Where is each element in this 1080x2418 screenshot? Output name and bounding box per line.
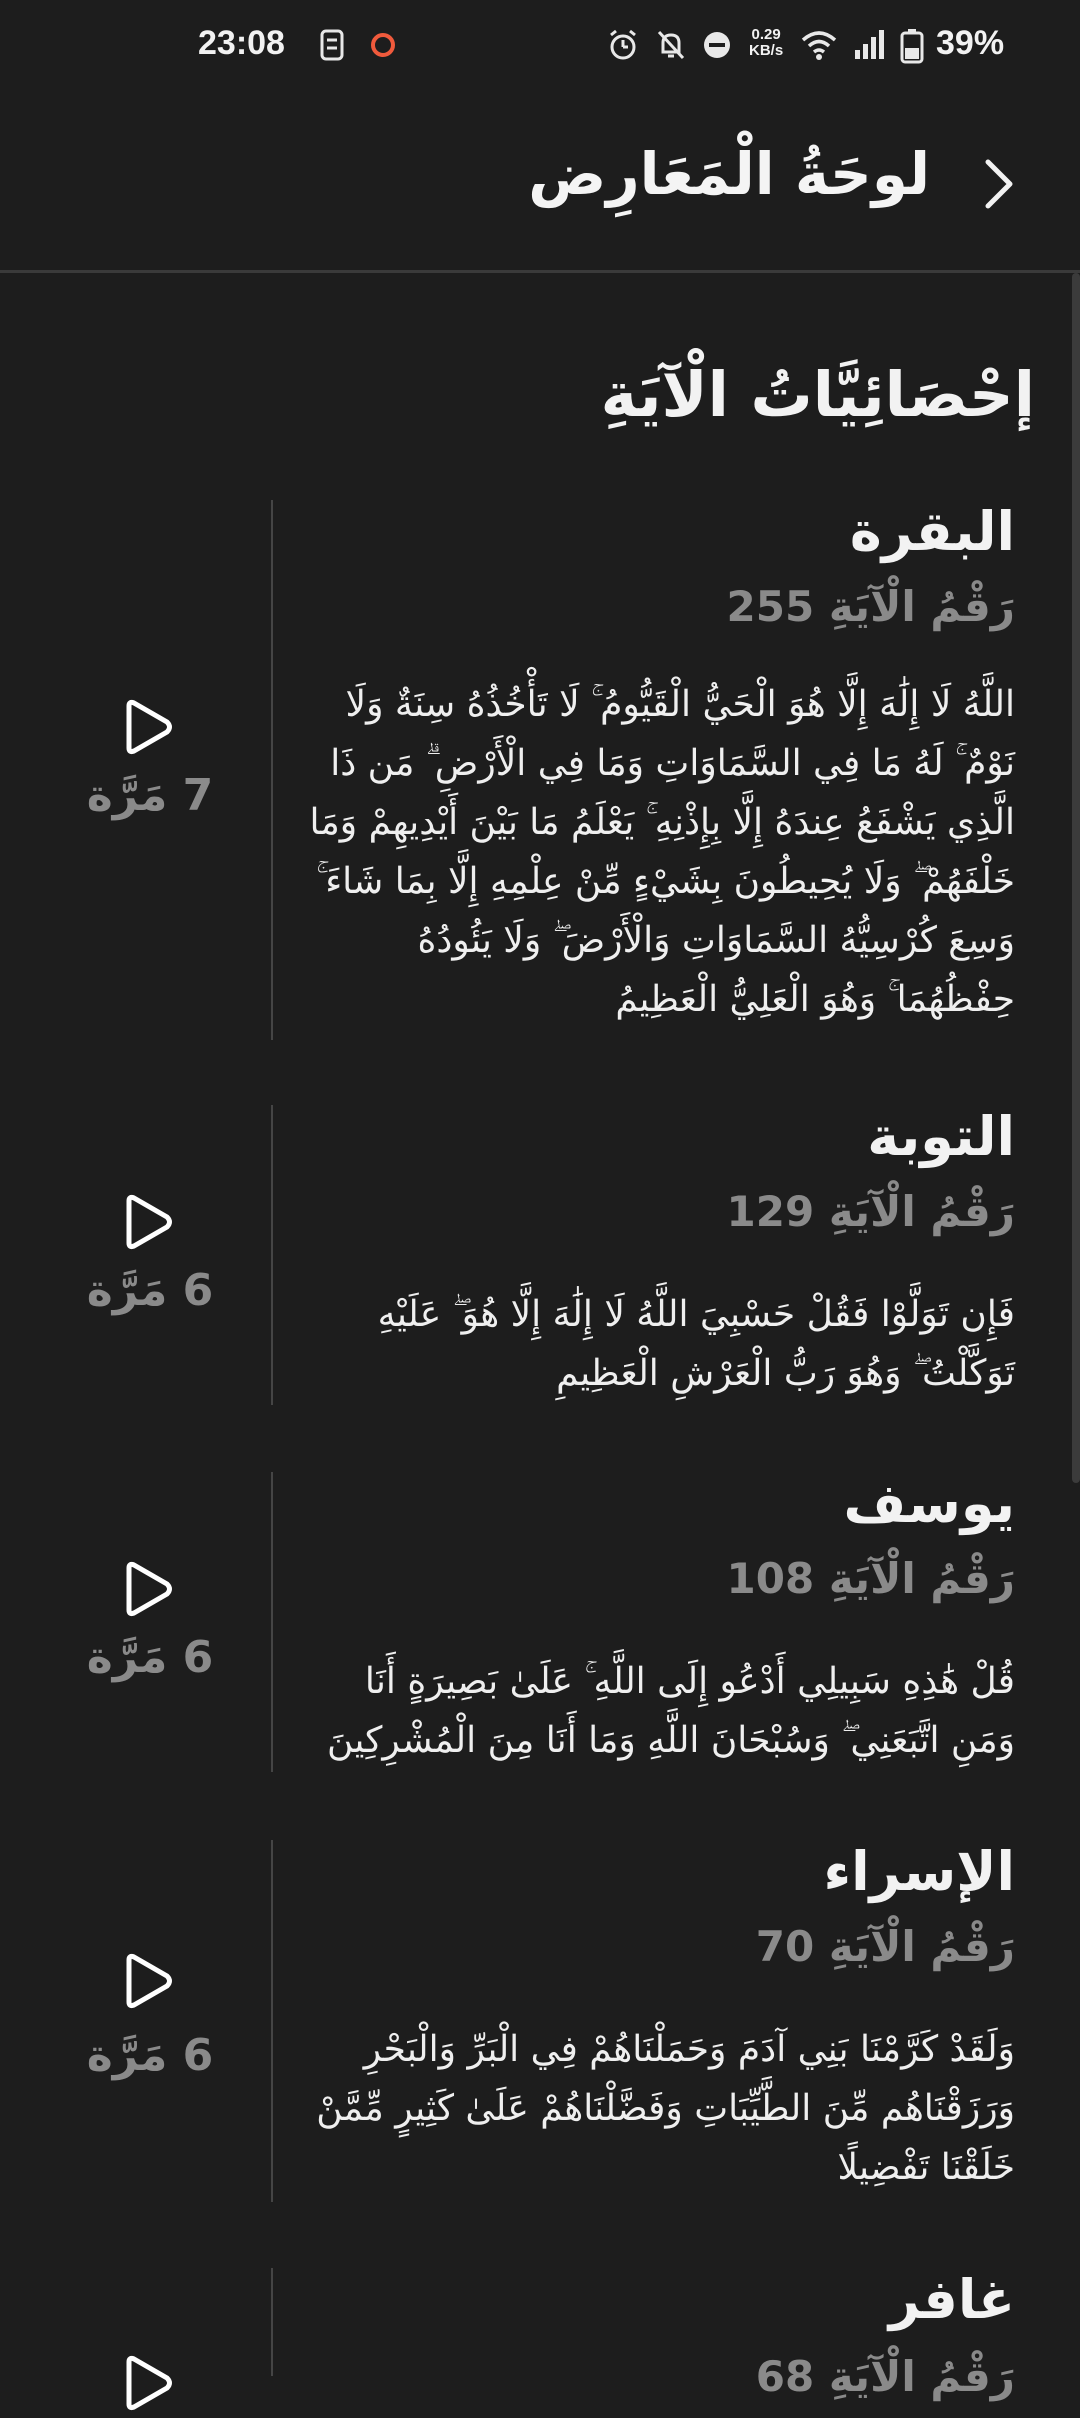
play-count: 6 مَرَّة xyxy=(86,1265,214,1316)
ayah-card[interactable]: الإسراء رَقْمُ الْآيَةِ 70 وَلَقَدْ كَرَ… xyxy=(0,1840,1060,2202)
play-icon xyxy=(126,1561,172,1617)
ayah-card[interactable]: غافر رَقْمُ الْآيَةِ 68 xyxy=(0,2268,1060,2411)
back-button[interactable] xyxy=(974,154,1024,214)
ayah-number: رَقْمُ الْآيَةِ 68 xyxy=(755,2352,1015,2401)
net-speed-unit: KB/s xyxy=(749,42,784,59)
card-divider xyxy=(271,1105,273,1405)
network-speed: 0.29 KB/s xyxy=(749,27,783,59)
ayah-card[interactable]: البقرة رَقْمُ الْآيَةِ 255 اللَّهُ لَا إ… xyxy=(0,500,1060,1040)
card-divider xyxy=(271,2268,273,2376)
page-title: لوحَةُ الْمَعَارِض xyxy=(528,140,930,208)
ayah-text: قُلْ هَٰذِهِ سَبِيلِي أَدْعُو إِلَى اللَ… xyxy=(326,1661,1015,1761)
dnd-icon xyxy=(700,28,734,66)
status-bar: 23:08 0.29 KB/s 39% xyxy=(0,0,1080,92)
sim-icon xyxy=(318,28,346,66)
play-icon xyxy=(126,1953,172,2009)
card-divider xyxy=(271,1472,273,1772)
chevron-right-icon xyxy=(985,159,1013,209)
card-divider xyxy=(271,1840,273,2202)
battery-icon xyxy=(900,28,924,68)
play-count: 7 مَرَّة xyxy=(86,770,214,821)
play-icon xyxy=(126,699,172,755)
wifi-icon xyxy=(800,28,838,66)
ayah-text: اللَّهُ لَا إِلَٰهَ إِلَّا هُوَ الْحَيُّ… xyxy=(309,684,1015,1020)
surah-name: غافر xyxy=(888,2268,1015,2331)
ayah-text: فَإِن تَوَلَّوْا فَقُلْ حَسْبِيَ اللَّهُ… xyxy=(377,1294,1015,1394)
ayah-card[interactable]: التوبة رَقْمُ الْآيَةِ 129 فَإِن تَوَلَّ… xyxy=(0,1105,1060,1405)
play-count: 6 مَرَّة xyxy=(86,1632,214,1683)
surah-name: البقرة xyxy=(849,500,1015,563)
play-button[interactable] xyxy=(115,1558,177,1620)
ayah-number: رَقْمُ الْآيَةِ 129 xyxy=(726,1187,1015,1236)
signal-icon xyxy=(852,28,886,66)
play-button[interactable] xyxy=(115,1191,177,1253)
card-divider xyxy=(271,500,273,1040)
scrollbar-thumb[interactable] xyxy=(1072,273,1080,1483)
section-title: إحْصَائِيَّاتُ الْآيَةِ xyxy=(600,358,1035,431)
surah-name: التوبة xyxy=(867,1105,1015,1168)
play-button[interactable] xyxy=(115,696,177,758)
mute-icon xyxy=(654,28,688,66)
ayah-number: رَقْمُ الْآيَةِ 70 xyxy=(755,1922,1015,1971)
play-button[interactable] xyxy=(115,1950,177,2012)
play-icon xyxy=(126,2355,172,2411)
app-header: لوحَةُ الْمَعَارِض xyxy=(0,92,1080,270)
battery-percent: 39% xyxy=(936,24,1005,62)
ayah-number: رَقْمُ الْآيَةِ 255 xyxy=(726,582,1015,631)
ayah-text: وَلَقَدْ كَرَّمْنَا بَنِي آدَمَ وَحَمَلْ… xyxy=(316,2029,1015,2188)
play-count: 6 مَرَّة xyxy=(86,2030,214,2081)
status-time: 23:08 xyxy=(198,24,285,62)
play-button[interactable] xyxy=(115,2352,177,2414)
play-icon xyxy=(126,1194,172,1250)
alarm-icon xyxy=(606,28,640,66)
surah-name: يوسف xyxy=(843,1472,1015,1535)
ayah-card[interactable]: يوسف رَقْمُ الْآيَةِ 108 قُلْ هَٰذِهِ سَ… xyxy=(0,1472,1060,1772)
ayah-number: رَقْمُ الْآيَةِ 108 xyxy=(726,1554,1015,1603)
header-divider xyxy=(0,270,1080,273)
net-speed-value: 0.29 xyxy=(751,26,781,43)
record-icon xyxy=(368,28,398,66)
surah-name: الإسراء xyxy=(823,1840,1015,1903)
